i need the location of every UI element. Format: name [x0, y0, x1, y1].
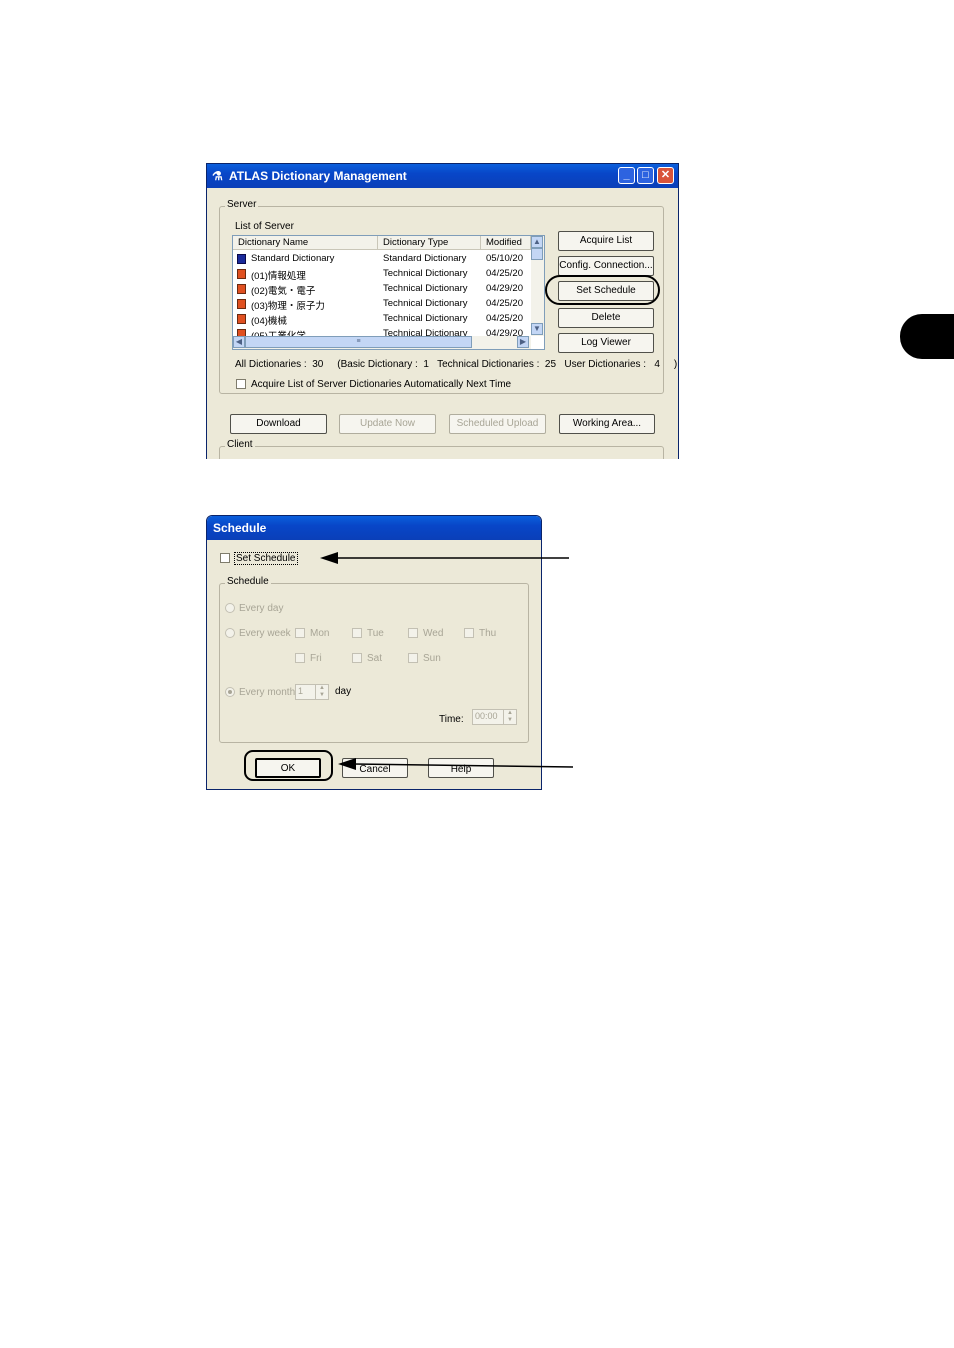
- ok-callout-line: [352, 763, 574, 768]
- chapter-side-tab: [900, 314, 954, 359]
- set-schedule-callout-arrowhead: [320, 552, 338, 564]
- ok-callout-arrowhead: [338, 758, 356, 770]
- callout-arrows: [320, 552, 574, 770]
